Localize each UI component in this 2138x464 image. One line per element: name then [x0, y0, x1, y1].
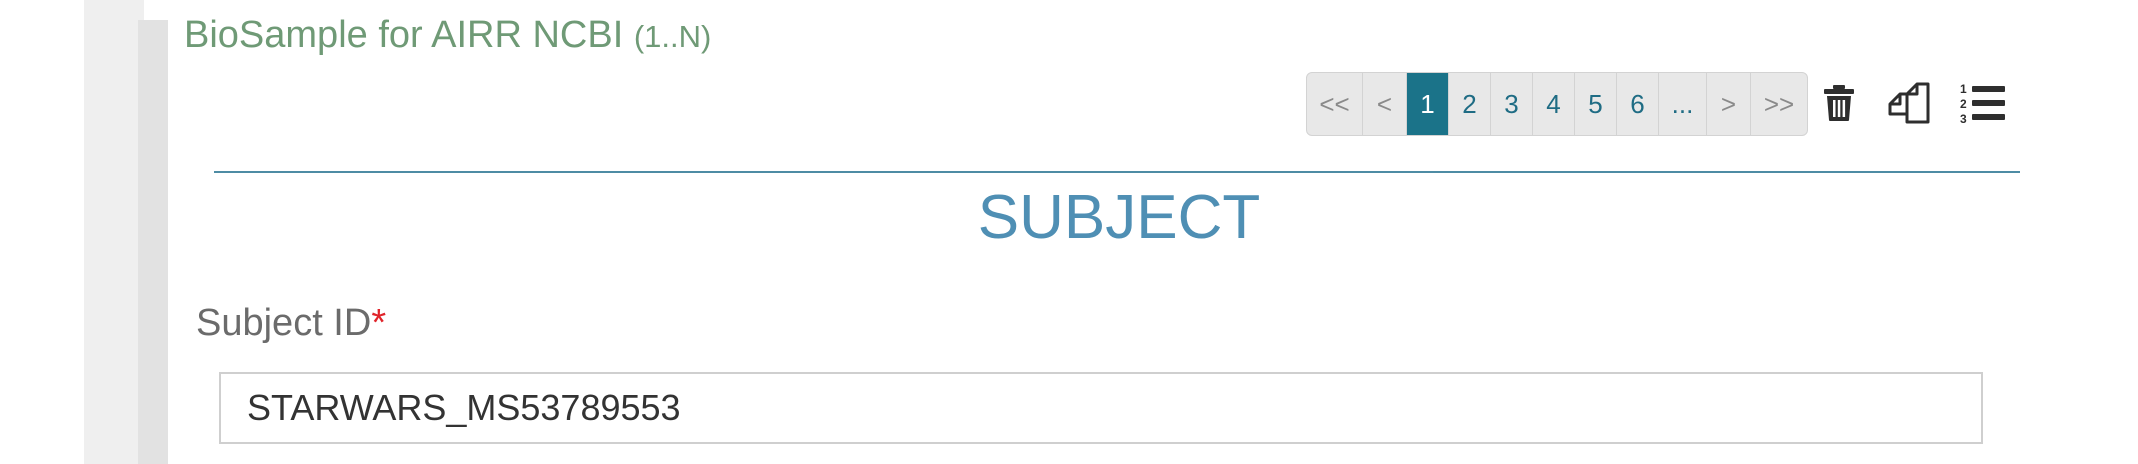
first-page-button[interactable]: <<	[1307, 73, 1363, 135]
page-button-1[interactable]: 1	[1407, 73, 1449, 135]
required-marker: *	[371, 302, 387, 344]
subject-id-label-text: Subject ID	[196, 302, 372, 344]
svg-text:1: 1	[1960, 82, 1967, 96]
ellipsis-button[interactable]: ...	[1659, 73, 1707, 135]
page-button-2[interactable]: 2	[1449, 73, 1491, 135]
section-title: BioSample for AIRR NCBI (1..N)	[184, 14, 711, 57]
subject-heading: SUBJECT	[977, 183, 1261, 252]
subject-id-label: Subject ID*	[196, 302, 386, 345]
copy-icon[interactable]	[1884, 78, 1934, 128]
ordered-list-icon[interactable]: 1 2 3	[1958, 78, 2008, 128]
page-button-3[interactable]: 3	[1491, 73, 1533, 135]
page-button-4[interactable]: 4	[1533, 73, 1575, 135]
page-button-5[interactable]: 5	[1575, 73, 1617, 135]
page-button-6[interactable]: 6	[1617, 73, 1659, 135]
cardinality-label: (1..N)	[633, 19, 712, 54]
last-page-button[interactable]: >>	[1751, 73, 1807, 135]
pagination: << < 1 2 3 4 5 6 ... > >>	[1306, 72, 1808, 136]
svg-text:2: 2	[1960, 97, 1967, 111]
section-title-text: BioSample for AIRR NCBI	[184, 14, 624, 56]
trash-icon[interactable]	[1814, 78, 1864, 128]
svg-text:3: 3	[1960, 112, 1967, 125]
subject-id-input[interactable]	[219, 372, 1983, 444]
next-page-button[interactable]: >	[1707, 73, 1751, 135]
prev-page-button[interactable]: <	[1363, 73, 1407, 135]
section-divider	[214, 171, 2020, 173]
